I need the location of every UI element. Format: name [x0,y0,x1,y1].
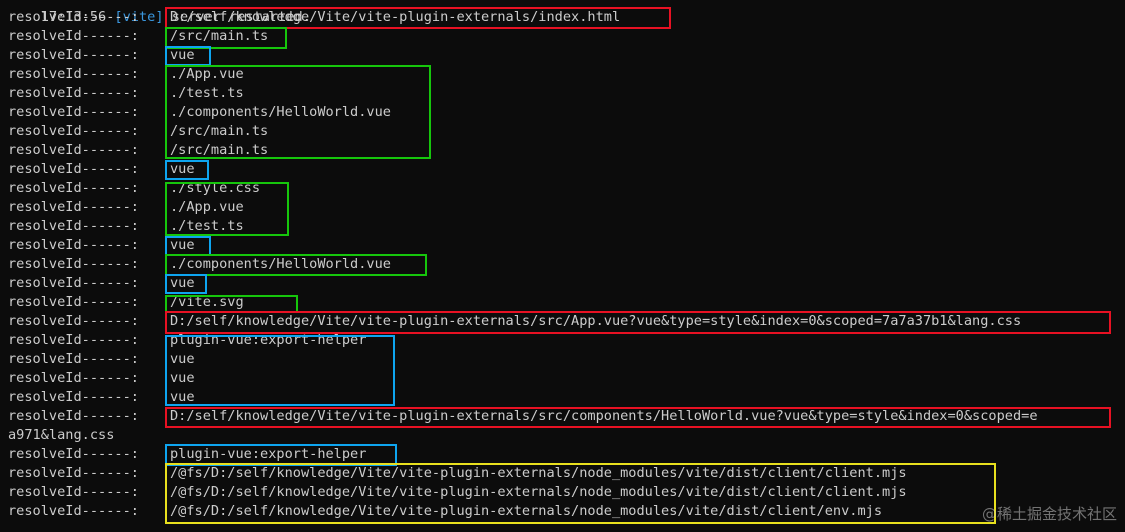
log-line: resolveId------: /@fs/D:/self/knowledge/V… [8,502,882,521]
log-line: resolveId------: vue [8,236,195,255]
log-prefix: resolveId------: [8,66,139,82]
log-prefix: resolveId------: [8,104,139,120]
log-line: resolveId------: /src/main.ts [8,27,268,46]
log-line: resolveId------: D:/self/knowledge/Vite/v… [8,8,620,27]
log-prefix: resolveId------: [8,332,139,348]
log-prefix: resolveId------: [8,218,139,234]
log-path: /vite.svg [170,294,244,310]
log-line: resolveId------: vue [8,388,195,407]
log-path: vue [170,389,195,405]
log-path: ./components/HelloWorld.vue [170,256,391,272]
terminal-output[interactable]: 17:13:56 [vite] server restarted. resolv… [0,0,1125,532]
log-path: plugin-vue:export-helper [170,446,367,462]
log-path-continuation: a971&lang.css [8,427,115,443]
log-line-wrap: a971&lang.css [8,426,114,445]
log-prefix: resolveId------: [8,47,139,63]
log-prefix: resolveId------: [8,294,139,310]
log-line: resolveId------: plugin-vue:export-helper [8,445,366,464]
log-path: vue [170,370,195,386]
log-line: resolveId------: /src/main.ts [8,141,268,160]
log-path: ./style.css [170,180,261,196]
log-line: resolveId------: /@fs/D:/self/knowledge/V… [8,464,907,483]
log-path: D:/self/knowledge/Vite/vite-plugin-exter… [170,313,1022,329]
log-line: resolveId------: ./style.css [8,179,260,198]
log-path: ./App.vue [170,199,244,215]
log-path: vue [170,47,195,63]
log-prefix: resolveId------: [8,408,139,424]
log-line: resolveId------: D:/self/knowledge/Vite/v… [8,312,1021,331]
log-prefix: resolveId------: [8,465,139,481]
log-prefix: resolveId------: [8,9,139,25]
log-path: /src/main.ts [170,142,269,158]
log-path: D:/self/knowledge/Vite/vite-plugin-exter… [170,408,1038,424]
log-prefix: resolveId------: [8,180,139,196]
watermark: @稀土掘金技术社区 [981,505,1117,523]
log-path: vue [170,275,195,291]
log-prefix: resolveId------: [8,161,139,177]
log-path: ./components/HelloWorld.vue [170,104,391,120]
log-line: resolveId------: vue [8,369,195,388]
log-line: resolveId------: ./App.vue [8,65,244,84]
log-path: ./App.vue [170,66,244,82]
log-prefix: resolveId------: [8,389,139,405]
log-prefix: resolveId------: [8,199,139,215]
log-line: resolveId------: ./test.ts [8,217,244,236]
log-line: resolveId------: /src/main.ts [8,122,268,141]
log-path: ./test.ts [170,85,244,101]
log-line: resolveId------: ./App.vue [8,198,244,217]
log-prefix: resolveId------: [8,123,139,139]
log-path: /@fs/D:/self/knowledge/Vite/vite-plugin-… [170,503,883,519]
log-path: D:/self/knowledge/Vite/vite-plugin-exter… [170,9,621,25]
log-line: resolveId------: vue [8,274,195,293]
log-prefix: resolveId------: [8,351,139,367]
log-line: resolveId------: /vite.svg [8,293,244,312]
log-prefix: resolveId------: [8,313,139,329]
log-path: /@fs/D:/self/knowledge/Vite/vite-plugin-… [170,465,907,481]
log-path: ./test.ts [170,218,244,234]
log-path: /@fs/D:/self/knowledge/Vite/vite-plugin-… [170,484,907,500]
log-prefix: resolveId------: [8,28,139,44]
server-restart-line: 17:13:56 [vite] server restarted. [8,0,311,25]
log-line: resolveId------: D:/self/knowledge/Vite/v… [8,407,1038,426]
log-prefix: resolveId------: [8,275,139,291]
log-path: vue [170,351,195,367]
log-line: resolveId------: ./test.ts [8,84,244,103]
log-prefix: resolveId------: [8,237,139,253]
log-line: resolveId------: vue [8,160,195,179]
log-prefix: resolveId------: [8,484,139,500]
log-prefix: resolveId------: [8,256,139,272]
log-path: vue [170,161,195,177]
log-line: resolveId------: vue [8,350,195,369]
log-prefix: resolveId------: [8,503,139,519]
log-line: resolveId------: /@fs/D:/self/knowledge/V… [8,483,907,502]
log-path: /src/main.ts [170,28,269,44]
log-path: plugin-vue:export-helper [170,332,367,348]
log-line: resolveId------: ./components/HelloWorld.… [8,255,391,274]
log-line: resolveId------: ./components/HelloWorld.… [8,103,391,122]
log-prefix: resolveId------: [8,142,139,158]
log-prefix: resolveId------: [8,370,139,386]
log-path: /src/main.ts [170,123,269,139]
log-path: vue [170,237,195,253]
log-line: resolveId------: vue [8,46,195,65]
log-prefix: resolveId------: [8,85,139,101]
log-prefix: resolveId------: [8,446,139,462]
log-line: resolveId------: plugin-vue:export-helper [8,331,366,350]
